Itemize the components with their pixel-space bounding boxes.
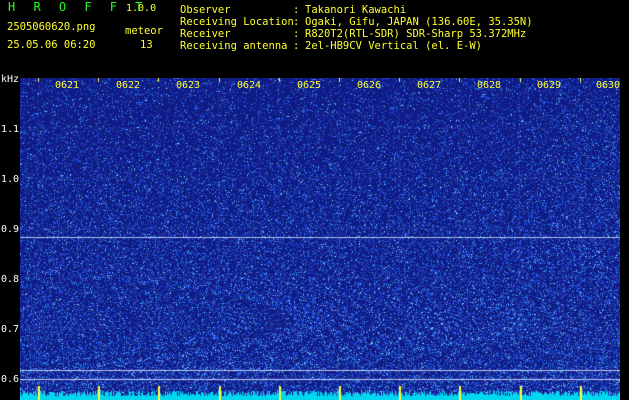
info-key-observer: Observer <box>180 4 231 16</box>
freq-tick-label: 0.8 <box>1 274 20 285</box>
file-name: 2505060620.png <box>7 21 96 33</box>
time-tick-label: 0622 <box>115 80 141 91</box>
file-datetime: 25.05.06 06:20 <box>7 39 96 51</box>
info-value-receiver: R820T2(RTL-SDR) SDR-Sharp 53.372MHz <box>305 28 527 40</box>
time-tick-label: 0628 <box>476 80 502 91</box>
freq-tick-label: 0.7 <box>1 324 20 335</box>
info-key-location: Receiving Location <box>180 16 294 28</box>
time-tick-label: 0629 <box>536 80 562 91</box>
freq-tick-label: 1.1 <box>1 124 20 135</box>
header-panel: H R O F F T 1.0.0 2505060620.png meteor … <box>0 0 629 78</box>
info-key-antenna: Receiving antenna <box>180 40 288 52</box>
info-sep: : <box>293 16 300 28</box>
info-sep: : <box>293 28 300 40</box>
time-tick-label: 0621 <box>54 80 80 91</box>
info-value-observer: Takanori Kawachi <box>305 4 407 16</box>
info-sep: : <box>293 40 300 52</box>
time-tick-label: 0627 <box>416 80 442 91</box>
meteor-label: meteor <box>125 25 163 37</box>
freq-tick-label: 1.0 <box>1 174 20 185</box>
spectrogram-canvas <box>20 78 620 400</box>
info-value-antenna: 2el-HB9CV Vertical (el. E-W) <box>305 40 483 52</box>
time-tick-label: 0625 <box>296 80 322 91</box>
app-version: 1.0.0 <box>126 3 157 14</box>
time-tick-label: 0630 <box>595 80 621 91</box>
axis-unit-label: kHz <box>1 74 20 85</box>
time-tick-label: 0623 <box>175 80 201 91</box>
freq-tick-label: 0.6 <box>1 374 20 385</box>
meteor-count: 13 <box>140 39 153 51</box>
info-key-receiver: Receiver <box>180 28 231 40</box>
info-sep: : <box>293 4 300 16</box>
time-tick-label: 0626 <box>356 80 382 91</box>
info-value-location: Ogaki, Gifu, JAPAN (136.60E, 35.35N) <box>305 16 533 28</box>
right-margin <box>620 78 629 400</box>
time-tick-label: 0624 <box>236 80 262 91</box>
freq-tick-label: 0.9 <box>1 224 20 235</box>
